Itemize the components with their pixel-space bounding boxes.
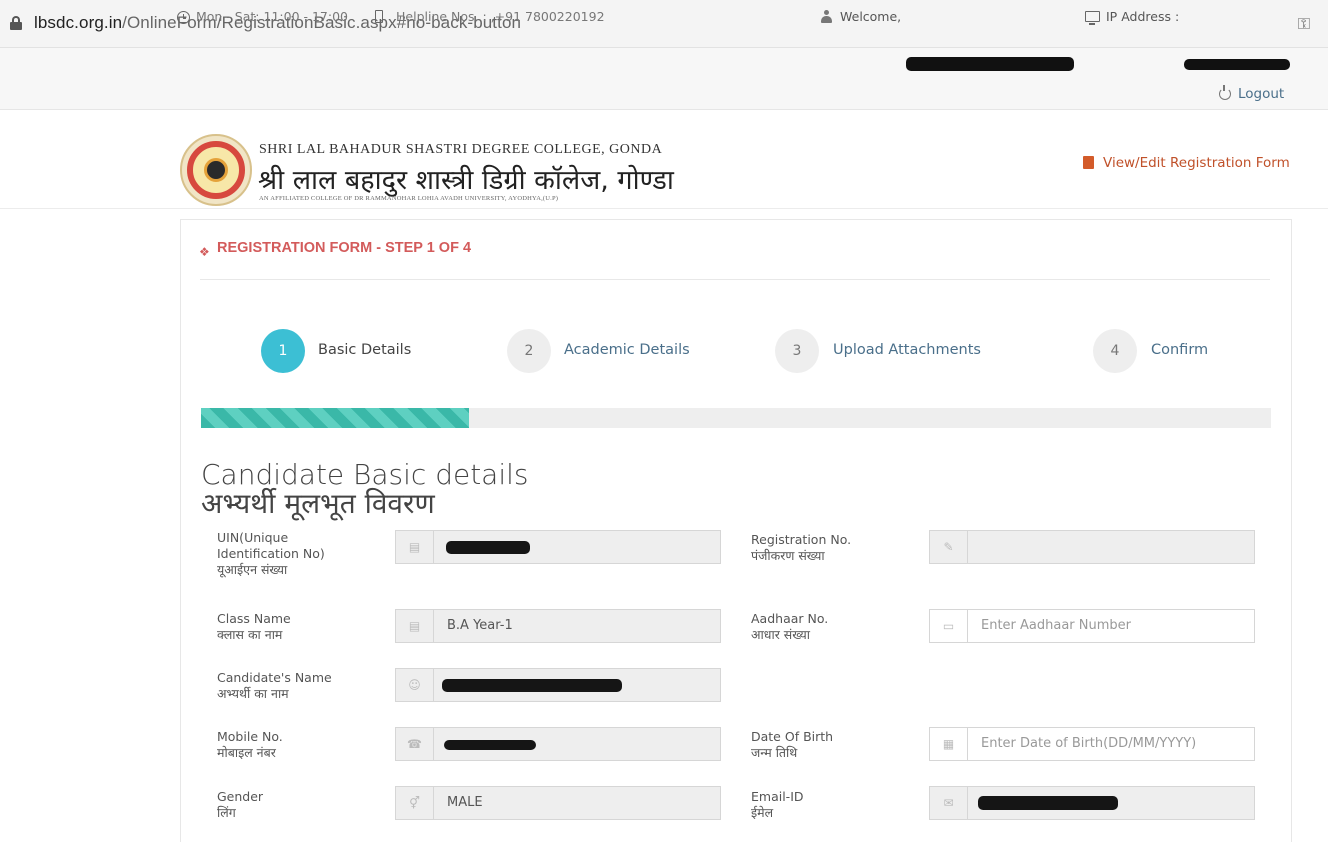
redacted-candidate-name <box>442 679 622 692</box>
user-icon <box>821 10 832 23</box>
header-divider <box>0 208 1328 209</box>
redacted-username <box>906 57 1074 71</box>
user-icon: ☺ <box>396 669 434 701</box>
class-name-value: B.A Year-1 <box>447 618 513 633</box>
logout-link[interactable]: Logout <box>1238 86 1284 102</box>
power-icon[interactable] <box>1219 85 1231 100</box>
dob-label: Date Of Birth जन्म तिथि <box>751 729 834 760</box>
gender-icon: ⚥ <box>396 787 434 819</box>
clock-icon <box>177 11 190 24</box>
view-edit-registration-link[interactable]: View/Edit Registration Form <box>1103 155 1290 171</box>
aadhaar-placeholder: Enter Aadhaar Number <box>981 618 1132 633</box>
layers-icon: ❖ <box>199 245 210 259</box>
ip-address-label: IP Address : <box>1106 9 1180 24</box>
dob-placeholder: Enter Date of Birth(DD/MM/YYYY) <box>981 736 1197 751</box>
candidate-name-field[interactable]: ☺ <box>395 668 721 702</box>
progress-bar <box>201 408 1271 428</box>
welcome-label: Welcome, <box>840 9 902 24</box>
registration-no-label: Registration No. पंजीकरण संख्या <box>751 532 852 563</box>
step-4-circle[interactable]: 4 <box>1093 329 1137 373</box>
step-3-label[interactable]: Upload Attachments <box>833 342 981 358</box>
top-info-bar <box>0 48 1328 110</box>
form-title: REGISTRATION FORM - STEP 1 OF 4 <box>217 240 472 256</box>
aadhaar-no-field[interactable]: ▭ Enter Aadhaar Number <box>929 609 1255 643</box>
title-divider <box>200 279 1270 280</box>
candidate-name-label: Candidate's Name अभ्यर्थी का नाम <box>217 670 332 701</box>
aadhaar-no-label: Aadhaar No. आधार संख्या <box>751 611 829 642</box>
document-icon <box>1083 156 1094 169</box>
step-3-circle[interactable]: 3 <box>775 329 819 373</box>
envelope-icon: ✉ <box>930 787 968 819</box>
college-name-english: SHRI LAL BAHADUR SHASTRI DEGREE COLLEGE,… <box>259 142 663 157</box>
phone-icon <box>375 10 383 23</box>
gender-label: Gender लिंग <box>217 789 264 820</box>
college-logo <box>180 134 252 206</box>
redacted-email <box>978 796 1118 810</box>
registration-no-field[interactable]: ✎ <box>929 530 1255 564</box>
calendar-icon: ▦ <box>930 728 968 760</box>
book-icon: ▤ <box>396 531 434 563</box>
class-name-label: Class Name क्लास का नाम <box>217 611 291 642</box>
monitor-icon <box>1085 11 1100 25</box>
dob-field[interactable]: ▦ Enter Date of Birth(DD/MM/YYYY) <box>929 727 1255 761</box>
step-1-circle: 1 <box>261 329 305 373</box>
step-1-label: Basic Details <box>318 342 412 358</box>
step-4-label[interactable]: Confirm <box>1151 342 1208 358</box>
gender-value: MALE <box>447 795 483 810</box>
uin-label: UIN(Unique Identification No) यूआईएन संख… <box>217 530 325 577</box>
lock-icon <box>10 16 22 30</box>
college-name-hindi: श्री लाल बहादुर शास्त्री डिग्री कॉलेज, ग… <box>258 165 674 196</box>
step-2-label[interactable]: Academic Details <box>564 342 690 358</box>
phone-icon: ☎ <box>396 728 434 760</box>
progress-fill <box>201 408 469 428</box>
class-name-field[interactable]: ▤ B.A Year-1 <box>395 609 721 643</box>
browser-address-bar[interactable]: lbsdc.org.in/OnlineForm/RegistrationBasi… <box>0 0 1328 48</box>
redacted-mobile-no <box>444 740 536 750</box>
step-2-circle[interactable]: 2 <box>507 329 551 373</box>
helpline-text: Helpline Nos. : ,+91 7800220192 <box>396 9 605 24</box>
office-hours: Mon - Sat: 11:00 - 17:00 <box>196 9 348 24</box>
email-field[interactable]: ✉ <box>929 786 1255 820</box>
redacted-uin <box>446 541 530 554</box>
gender-field[interactable]: ⚥ MALE <box>395 786 721 820</box>
mobile-no-field[interactable]: ☎ <box>395 727 721 761</box>
key-icon[interactable]: ⚿ <box>1298 14 1310 34</box>
book-icon: ▤ <box>396 610 434 642</box>
pencil-icon: ✎ <box>930 531 968 563</box>
redacted-ip-address <box>1184 59 1290 70</box>
email-label: Email-ID ईमेल <box>751 789 804 820</box>
mobile-no-label: Mobile No. मोबाइल नंबर <box>217 729 283 760</box>
section-title-hindi: अभ्यर्थी मूलभूत विवरण <box>201 487 435 520</box>
uin-field[interactable]: ▤ <box>395 530 721 564</box>
college-affiliation: AN AFFILIATED COLLEGE OF DR RAMMANOHAR L… <box>259 195 559 202</box>
card-icon: ▭ <box>930 610 968 642</box>
